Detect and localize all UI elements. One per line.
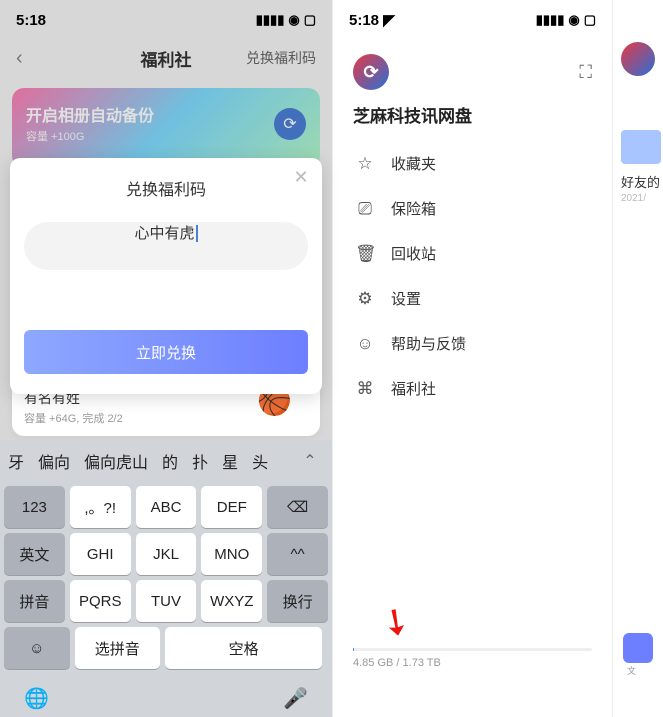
code-input[interactable]: 心中有虎: [24, 222, 308, 270]
menu-label: 回收站: [391, 243, 436, 264]
space-key[interactable]: 空格: [165, 627, 322, 669]
status-time: 5:18: [16, 12, 46, 29]
menu-help[interactable]: ☺ 帮助与反馈: [333, 321, 612, 366]
menu-label: 帮助与反馈: [391, 333, 466, 354]
banner-subtitle: 容量 +100G: [26, 128, 306, 144]
key-grid: 123 ,。?! ABC DEF ⌫ 英文 GHI JKL MNO ^^ 拼音 …: [0, 482, 332, 678]
status-bar: 5:18 ◤ ▮▮▮▮ ◉ ▢: [333, 0, 612, 36]
menu-label: 设置: [391, 288, 421, 309]
wifi-icon: ◉: [568, 12, 579, 28]
storage-fill: [353, 648, 354, 651]
smile-icon: ☺: [355, 334, 375, 354]
key-123[interactable]: 123: [4, 486, 65, 528]
screen-redeem: 5:18 ▮▮▮▮ ◉ ▢ ‹ 福利社 兑换福利码 开启相册自动备份 容量 +1…: [0, 0, 332, 717]
location-icon: ◤: [383, 12, 395, 29]
storage-bar: [353, 648, 592, 651]
candidate[interactable]: 牙: [8, 449, 24, 473]
status-time: 5:18 ◤: [349, 11, 395, 29]
key-english[interactable]: 英文: [4, 533, 65, 575]
transfer-label: 文: [627, 664, 636, 677]
candidate[interactable]: 偏向虎山: [84, 449, 148, 473]
candidate[interactable]: 的: [162, 449, 178, 473]
backspace-key[interactable]: ⌫: [267, 486, 328, 528]
safe-icon: ⎚: [355, 199, 375, 219]
candidate[interactable]: 头: [252, 449, 268, 473]
emoji-key[interactable]: ☺: [4, 627, 70, 669]
folder-icon[interactable]: [621, 130, 661, 164]
menu-label: 收藏夹: [391, 153, 436, 174]
menu-settings[interactable]: ⚙ 设置: [333, 276, 612, 321]
back-button[interactable]: ‹: [16, 47, 23, 70]
sync-icon: ⟳: [274, 108, 306, 140]
select-pinyin-key[interactable]: 选拼音: [75, 627, 160, 669]
screen-files-peek: 好友的 2021/ 文: [612, 0, 663, 717]
candidate[interactable]: 星: [222, 449, 238, 473]
app-logo-icon: [621, 42, 655, 76]
wifi-icon: ◉: [288, 12, 299, 28]
keyboard: 牙 偏向 偏向虎山 的 扑 星 头 ⌃ 123 ,。?! ABC DEF ⌫ 英…: [0, 440, 332, 717]
expand-candidates-icon[interactable]: ⌃: [296, 451, 324, 471]
storage-text: 4.85 GB / 1.73 TB: [353, 657, 592, 669]
key-abc[interactable]: ABC: [136, 486, 197, 528]
storage-indicator[interactable]: 4.85 GB / 1.73 TB: [353, 648, 592, 669]
page-header: ‹ 福利社 兑换福利码: [0, 36, 332, 80]
input-value: 心中有虎: [134, 225, 197, 242]
redeem-button[interactable]: 立即兑换: [24, 330, 308, 374]
key-pinyin[interactable]: 拼音: [4, 580, 65, 622]
menu-label: 福利社: [391, 378, 436, 399]
candidate-row: 牙 偏向 偏向虎山 的 扑 星 头 ⌃: [0, 440, 332, 482]
star-icon: ☆: [355, 154, 375, 174]
battery-icon: ▢: [304, 12, 316, 28]
menu-favorites[interactable]: ☆ 收藏夹: [333, 141, 612, 186]
status-bar: 5:18 ▮▮▮▮ ◉ ▢: [0, 0, 332, 36]
key-pqrs[interactable]: PQRS: [70, 580, 131, 622]
transfer-icon[interactable]: [623, 633, 653, 663]
signal-icon: ▮▮▮▮: [256, 12, 285, 28]
menu-label: 保险箱: [391, 198, 436, 219]
drawer-header: ⟳ ⛶: [333, 36, 612, 96]
globe-icon[interactable]: 🌐: [24, 686, 49, 711]
annotation-arrow-icon: ➘: [372, 596, 421, 648]
app-logo-icon: ⟳: [353, 54, 389, 90]
key-jkl[interactable]: JKL: [136, 533, 197, 575]
page-title: 福利社: [141, 46, 192, 71]
modal-title: 兑换福利码: [24, 176, 308, 200]
close-icon[interactable]: ✕: [290, 166, 312, 188]
candidate[interactable]: 扑: [192, 449, 208, 473]
backup-banner[interactable]: 开启相册自动备份 容量 +100G ⟳: [12, 88, 320, 168]
banner-title: 开启相册自动备份: [26, 102, 306, 126]
mic-icon[interactable]: 🎤: [283, 686, 308, 711]
key-mno[interactable]: MNO: [201, 533, 262, 575]
status-indicators: ▮▮▮▮ ◉ ▢: [536, 12, 596, 28]
key-def[interactable]: DEF: [201, 486, 262, 528]
key-punct[interactable]: ,。?!: [70, 486, 131, 528]
key-wxyz[interactable]: WXYZ: [201, 580, 262, 622]
battery-icon: ▢: [584, 12, 596, 28]
app-title: 芝麻科技讯网盘: [333, 96, 612, 141]
status-indicators: ▮▮▮▮ ◉ ▢: [256, 12, 316, 28]
candidate[interactable]: 偏向: [38, 449, 70, 473]
folder-label: 好友的: [621, 172, 663, 191]
menu-welfare[interactable]: ⌘ 福利社: [333, 366, 612, 411]
menu-trash[interactable]: 🗑 回收站: [333, 231, 612, 276]
screen-drawer: 5:18 ◤ ▮▮▮▮ ◉ ▢ ⟳ ⛶ 芝麻科技讯网盘 ☆ 收藏夹 ⎚ 保险箱 …: [332, 0, 612, 717]
menu-safe[interactable]: ⎚ 保险箱: [333, 186, 612, 231]
signal-icon: ▮▮▮▮: [536, 12, 565, 28]
redeem-modal: ✕ 兑换福利码 心中有虎 立即兑换: [10, 158, 322, 394]
folder-date: 2021/: [621, 193, 663, 204]
redeem-code-link[interactable]: 兑换福利码: [246, 48, 316, 68]
key-caret[interactable]: ^^: [267, 533, 328, 575]
scan-icon[interactable]: ⛶: [579, 62, 592, 83]
enter-key[interactable]: 换行: [267, 580, 328, 622]
gift-icon: ⌘: [355, 379, 375, 399]
keyboard-toolbar: 🌐 🎤: [0, 678, 332, 717]
gear-icon: ⚙: [355, 289, 375, 309]
trash-icon: 🗑: [355, 244, 375, 264]
key-tuv[interactable]: TUV: [136, 580, 197, 622]
key-ghi[interactable]: GHI: [70, 533, 131, 575]
